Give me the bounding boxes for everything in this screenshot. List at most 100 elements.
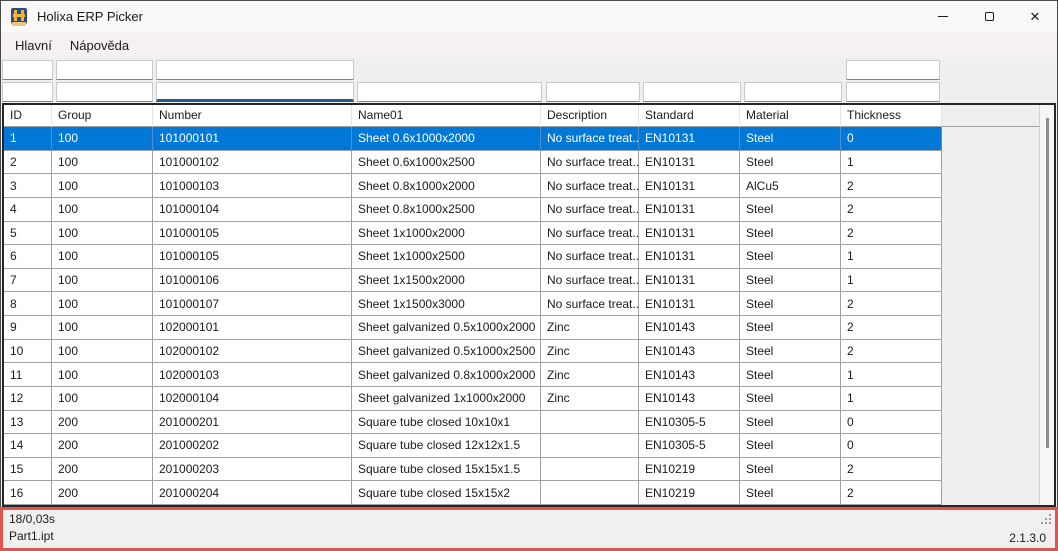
filter-row1-id-input[interactable] [2,60,53,80]
column-header-thickness[interactable]: Thickness [841,105,942,127]
cell-thickness[interactable]: 1 [841,387,942,411]
cell-name01[interactable]: Sheet galvanized 0.5x1000x2500 [352,340,541,364]
cell-standard[interactable]: EN10131 [639,198,740,222]
table-row[interactable]: 13200201000201Square tube closed 10x10x1… [4,411,1054,435]
cell-name01[interactable]: Sheet 0.8x1000x2000 [352,174,541,198]
cell-thickness[interactable]: 2 [841,292,942,316]
cell-number[interactable]: 102000104 [153,387,352,411]
cell-description[interactable]: No surface treat... [541,292,639,316]
menu-item-hlavn-[interactable]: Hlavní [6,34,61,57]
table-row[interactable]: 1100101000101Sheet 0.6x1000x2000No surfa… [4,127,1054,151]
column-header-group[interactable]: Group [52,105,153,127]
cell-group[interactable]: 200 [52,458,153,482]
column-header-name01[interactable]: Name01 [352,105,541,127]
cell-name01[interactable]: Sheet 1x1500x2000 [352,269,541,293]
cell-description[interactable]: No surface treat... [541,127,639,151]
cell-group[interactable]: 100 [52,222,153,246]
cell-id[interactable]: 13 [4,411,52,435]
vertical-scrollbar[interactable] [1039,105,1054,505]
cell-description[interactable]: No surface treat... [541,151,639,175]
cell-standard[interactable]: EN10305-5 [639,434,740,458]
cell-number[interactable]: 201000202 [153,434,352,458]
filter-row1-group-input[interactable] [56,60,153,80]
cell-group[interactable]: 100 [52,198,153,222]
filter-row2-material-input[interactable] [744,82,842,102]
table-row[interactable]: 2100101000102Sheet 0.6x1000x2500No surfa… [4,151,1054,175]
cell-number[interactable]: 101000101 [153,127,352,151]
cell-thickness[interactable]: 2 [841,198,942,222]
cell-material[interactable]: Steel [740,292,841,316]
cell-thickness[interactable]: 0 [841,127,942,151]
menu-item-n-pov-da[interactable]: Nápověda [61,34,138,57]
cell-standard[interactable]: EN10143 [639,363,740,387]
cell-number[interactable]: 201000204 [153,481,352,505]
cell-number[interactable]: 201000203 [153,458,352,482]
cell-standard[interactable]: EN10143 [639,340,740,364]
cell-material[interactable]: Steel [740,269,841,293]
cell-material[interactable]: Steel [740,198,841,222]
filter-row2-description-input[interactable] [546,82,640,102]
cell-group[interactable]: 100 [52,292,153,316]
cell-name01[interactable]: Square tube closed 15x15x2 [352,481,541,505]
table-row[interactable]: 12100102000104Sheet galvanized 1x1000x20… [4,387,1054,411]
cell-description[interactable]: Zinc [541,316,639,340]
cell-description[interactable]: Zinc [541,340,639,364]
cell-id[interactable]: 4 [4,198,52,222]
cell-standard[interactable]: EN10305-5 [639,411,740,435]
cell-standard[interactable]: EN10131 [639,127,740,151]
cell-thickness[interactable]: 0 [841,434,942,458]
cell-number[interactable]: 101000106 [153,269,352,293]
cell-description[interactable]: No surface treat... [541,222,639,246]
cell-material[interactable]: Steel [740,151,841,175]
filter-row1-thickness-input[interactable] [846,60,940,80]
cell-name01[interactable]: Sheet 1x1000x2500 [352,245,541,269]
cell-material[interactable]: Steel [740,411,841,435]
cell-thickness[interactable]: 2 [841,340,942,364]
column-header-id[interactable]: ID [4,105,52,127]
cell-group[interactable]: 100 [52,127,153,151]
cell-thickness[interactable]: 2 [841,458,942,482]
filter-row2-name01-input[interactable] [357,82,542,102]
table-row[interactable]: 10100102000102Sheet galvanized 0.5x1000x… [4,340,1054,364]
cell-id[interactable]: 7 [4,269,52,293]
cell-group[interactable]: 100 [52,174,153,198]
cell-description[interactable]: No surface treat... [541,198,639,222]
cell-number[interactable]: 101000105 [153,222,352,246]
cell-material[interactable]: Steel [740,458,841,482]
cell-id[interactable]: 5 [4,222,52,246]
cell-name01[interactable]: Sheet galvanized 1x1000x2000 [352,387,541,411]
cell-number[interactable]: 102000103 [153,363,352,387]
column-header-material[interactable]: Material [740,105,841,127]
cell-group[interactable]: 100 [52,245,153,269]
filter-row2-group-input[interactable] [56,82,153,102]
cell-material[interactable]: Steel [740,316,841,340]
cell-name01[interactable]: Sheet galvanized 0.5x1000x2000 [352,316,541,340]
table-row[interactable]: 9100102000101Sheet galvanized 0.5x1000x2… [4,316,1054,340]
scrollbar-thumb[interactable] [1046,118,1049,448]
cell-number[interactable]: 102000101 [153,316,352,340]
table-row[interactable]: 6100101000105Sheet 1x1000x2500No surface… [4,245,1054,269]
table-row[interactable]: 5100101000105Sheet 1x1000x2000No surface… [4,222,1054,246]
cell-number[interactable]: 101000104 [153,198,352,222]
cell-material[interactable]: Steel [740,245,841,269]
column-header-number[interactable]: Number [153,105,352,127]
cell-standard[interactable]: EN10131 [639,245,740,269]
table-row[interactable]: 15200201000203Square tube closed 15x15x1… [4,458,1054,482]
cell-name01[interactable]: Square tube closed 12x12x1.5 [352,434,541,458]
cell-standard[interactable]: EN10131 [639,151,740,175]
cell-number[interactable]: 101000107 [153,292,352,316]
cell-id[interactable]: 15 [4,458,52,482]
filter-row2-number-input[interactable] [156,82,354,102]
cell-thickness[interactable]: 2 [841,481,942,505]
cell-standard[interactable]: EN10131 [639,174,740,198]
cell-thickness[interactable]: 1 [841,269,942,293]
table-row[interactable]: 8100101000107Sheet 1x1500x3000No surface… [4,292,1054,316]
cell-group[interactable]: 100 [52,151,153,175]
cell-group[interactable]: 100 [52,363,153,387]
cell-thickness[interactable]: 0 [841,411,942,435]
cell-number[interactable]: 101000102 [153,151,352,175]
cell-id[interactable]: 12 [4,387,52,411]
cell-standard[interactable]: EN10131 [639,222,740,246]
cell-name01[interactable]: Square tube closed 15x15x1.5 [352,458,541,482]
cell-standard[interactable]: EN10131 [639,292,740,316]
